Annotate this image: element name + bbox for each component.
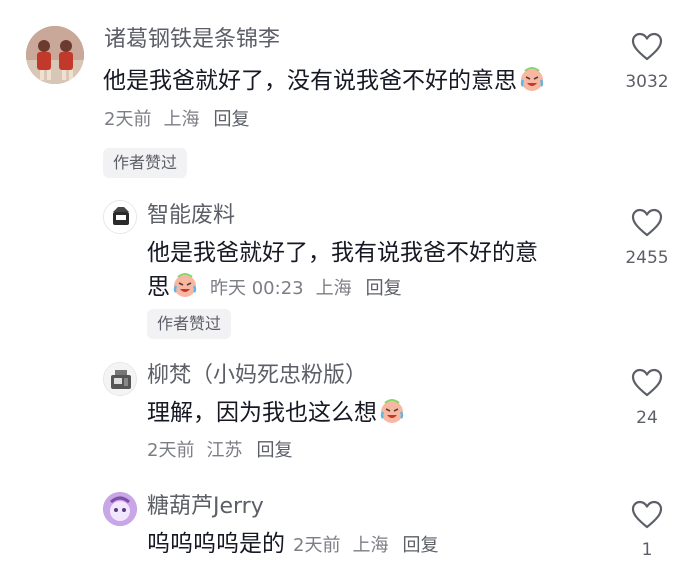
heart-outline-icon (631, 368, 663, 397)
comment-text: 他是我爸就好了，没有说我爸不好的意思 (103, 64, 545, 98)
crying-laughing-emoji-icon (173, 273, 197, 297)
avatar-image (26, 26, 84, 84)
comment-location: 江苏 (206, 440, 243, 461)
username[interactable]: 柳梵（小妈死忠粉版） (147, 362, 367, 390)
reply-button[interactable]: 回复 (366, 278, 402, 299)
username[interactable]: 糖葫芦Jerry (147, 493, 264, 521)
comment-meta: 昨天 00:23 上海 回复 (210, 278, 402, 299)
like-count: 2455 (625, 248, 669, 268)
comment-text-continued: 思 昨天 00:23 上海 回复 (147, 270, 402, 304)
like-count: 1 (641, 540, 653, 560)
comment-date: 昨天 00:23 (210, 278, 304, 299)
avatar-image (103, 492, 137, 526)
heart-outline-icon (631, 32, 663, 61)
avatar-image (104, 363, 136, 395)
reply-button[interactable]: 回复 (213, 109, 249, 130)
comment-text: 理解，因为我也这么想 (147, 396, 405, 430)
comment-text: 呜呜呜呜是的 (147, 531, 285, 557)
like-count: 3032 (625, 72, 669, 92)
username[interactable]: 智能废料 (147, 202, 235, 230)
avatar-image (104, 201, 136, 233)
author-liked-badge: 作者赞过 (103, 148, 188, 178)
comment-date: 2天前 (147, 440, 195, 461)
comment-meta: 2天前 上海 回复 (293, 535, 438, 556)
like-button[interactable]: 24 (607, 368, 687, 428)
reply-button[interactable]: 回复 (256, 440, 292, 461)
author-liked-badge: 作者赞过 (147, 309, 232, 339)
comment-location: 上海 (163, 109, 200, 130)
comment-location: 上海 (315, 278, 352, 299)
heart-outline-icon (631, 208, 663, 237)
avatar[interactable] (26, 26, 84, 84)
comment-text-body: 他是我爸就好了，没有说我爸不好的意思 (103, 68, 517, 94)
comment-meta: 2天前 江苏 回复 (147, 439, 292, 463)
like-button[interactable]: 2455 (607, 208, 687, 268)
comment-location: 上海 (352, 535, 389, 556)
like-button[interactable]: 3032 (607, 32, 687, 92)
comment-date: 2天前 (293, 535, 341, 556)
crying-laughing-emoji-icon (520, 67, 544, 91)
crying-laughing-emoji-icon (380, 399, 404, 423)
avatar[interactable] (103, 492, 137, 526)
avatar[interactable] (103, 200, 137, 234)
comment-text-line2: 思 (147, 274, 170, 300)
comment-text: 他是我爸就好了，我有说我爸不好的意 (147, 240, 538, 266)
comment-text-row: 呜呜呜呜是的 2天前 上海 回复 (147, 527, 438, 561)
comment-text-body: 理解，因为我也这么想 (147, 400, 377, 426)
like-button[interactable]: 1 (607, 500, 687, 560)
comment-date: 2天前 (104, 109, 152, 130)
comment-meta: 2天前 上海 回复 (104, 108, 249, 132)
avatar[interactable] (103, 362, 137, 396)
like-count: 24 (636, 408, 658, 428)
username[interactable]: 诸葛钢铁是条锦李 (104, 26, 280, 54)
reply-button[interactable]: 回复 (402, 535, 438, 556)
heart-outline-icon (631, 500, 663, 529)
